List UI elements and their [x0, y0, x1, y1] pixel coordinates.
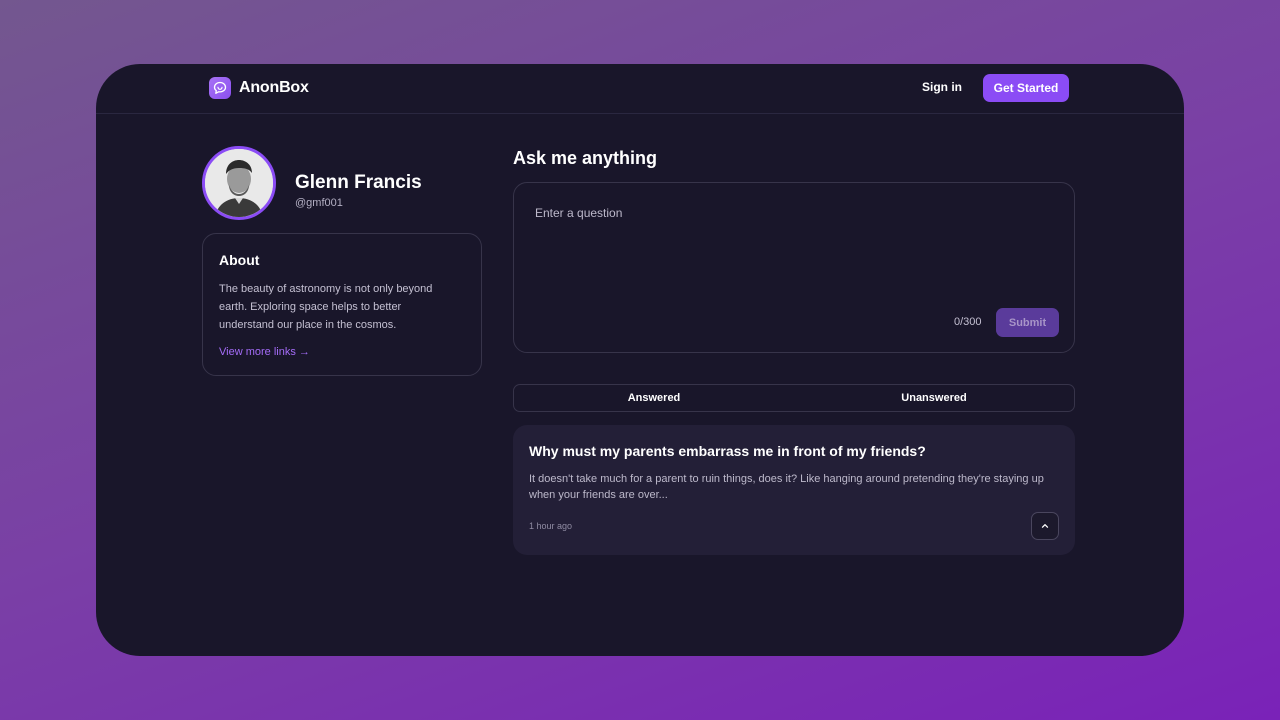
tab-unanswered[interactable]: Unanswered — [794, 385, 1074, 411]
about-text: The beauty of astronomy is not only beyo… — [219, 283, 433, 331]
ask-box: 0/300 Submit — [513, 182, 1075, 353]
avatar — [202, 146, 276, 220]
question-input[interactable] — [535, 206, 1055, 306]
brand-name: AnonBox — [239, 79, 309, 96]
chat-bubble-icon — [209, 77, 231, 99]
about-card: About The beauty of astronomy is not onl… — [202, 233, 482, 376]
get-started-button[interactable]: Get Started — [983, 74, 1069, 102]
question-card[interactable]: Why must my parents embarrass me in fron… — [513, 425, 1075, 555]
profile-name: Glenn Francis — [295, 172, 422, 193]
profile-photo — [205, 149, 273, 217]
submit-button[interactable]: Submit — [996, 308, 1059, 337]
view-more-links-link[interactable]: View more links → — [219, 346, 310, 358]
ask-title: Ask me anything — [513, 148, 658, 168]
question-tabs: Answered Unanswered — [513, 384, 1075, 412]
about-title: About — [219, 252, 260, 268]
logo[interactable]: AnonBox — [209, 77, 309, 99]
question-title: Why must my parents embarrass me in fron… — [529, 443, 926, 459]
sign-in-button[interactable]: Sign in — [922, 80, 962, 94]
tab-answered[interactable]: Answered — [514, 385, 794, 411]
char-count: 0/300 — [954, 316, 982, 328]
app-window: AnonBox Sign in Get Started Glenn Franci… — [96, 64, 1184, 656]
chevron-up-icon — [1040, 519, 1050, 534]
profile-handle: @gmf001 — [295, 197, 343, 209]
answer-excerpt: It doesn't take much for a parent to rui… — [529, 473, 1044, 501]
collapse-button[interactable] — [1031, 512, 1059, 540]
question-timestamp: 1 hour ago — [529, 521, 573, 531]
navbar: AnonBox Sign in Get Started — [96, 64, 1184, 114]
